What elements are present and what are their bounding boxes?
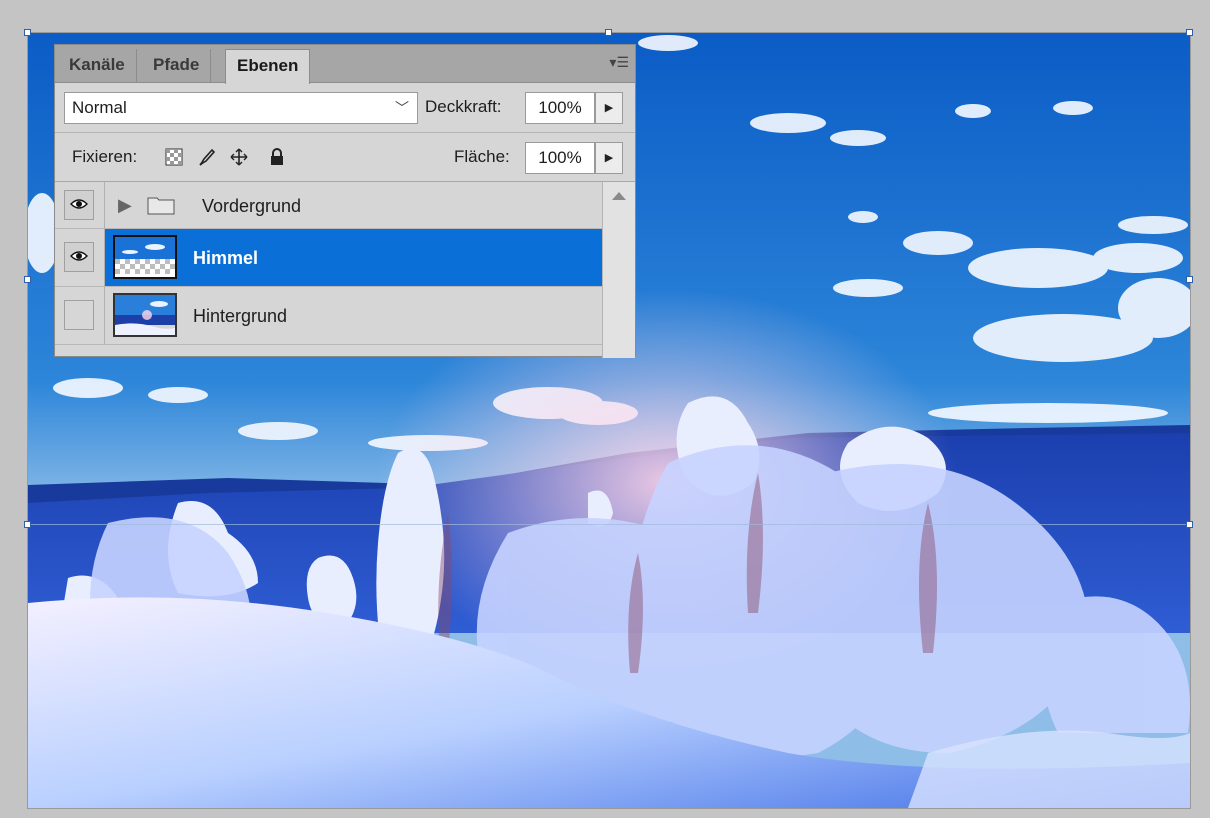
- transform-handle-top-right[interactable]: [1186, 29, 1193, 36]
- layer-row-hintergrund[interactable]: Hintergrund: [55, 287, 603, 345]
- tab-channels[interactable]: Kanäle: [58, 49, 137, 83]
- transform-handle-right-upper[interactable]: [1186, 276, 1193, 283]
- layer-thumbnail: [113, 293, 177, 337]
- tab-paths[interactable]: Pfade: [142, 49, 212, 83]
- layer-row-himmel[interactable]: Himmel: [55, 229, 603, 287]
- fill-slider-button[interactable]: ▶: [595, 142, 623, 174]
- lock-transparent-pixels-icon[interactable]: [165, 148, 183, 166]
- visibility-cell: [55, 182, 105, 228]
- transform-handle-left[interactable]: [24, 521, 31, 528]
- blend-mode-select[interactable]: Normal ﹀: [64, 92, 418, 124]
- blend-row: Normal ﹀ Deckkraft: 100% ▶: [55, 83, 635, 133]
- layers-panel: Kanäle Pfade Ebenen ▾☰ Normal ﹀ Deckkraf…: [54, 44, 636, 358]
- eye-icon[interactable]: [64, 242, 94, 272]
- blend-mode-value: Normal: [72, 98, 127, 117]
- scroll-up-arrow-icon[interactable]: [612, 192, 626, 200]
- layer-row-vordergrund[interactable]: ▶ Vordergrund: [55, 182, 603, 229]
- opacity-label: Deckkraft:: [425, 97, 502, 116]
- layer-name: Hintergrund: [193, 306, 288, 326]
- eye-icon[interactable]: [64, 190, 94, 220]
- opacity-input[interactable]: 100%: [525, 92, 595, 124]
- panel-tab-strip: Kanäle Pfade Ebenen ▾☰: [55, 45, 635, 84]
- lock-row: Fixieren: Fläche: 100% ▶: [55, 133, 635, 182]
- opacity-slider-button[interactable]: ▶: [595, 92, 623, 124]
- layer-name: Vordergrund: [202, 196, 302, 216]
- transform-handle-top[interactable]: [605, 29, 612, 36]
- layer-name: Himmel: [193, 248, 259, 268]
- lock-image-pixels-icon[interactable]: [198, 148, 216, 166]
- tab-layers[interactable]: Ebenen: [225, 49, 311, 84]
- disclosure-triangle-icon[interactable]: ▶: [118, 195, 132, 216]
- layer-list: ▶ Vordergrund Himmel Hintergrund: [55, 182, 603, 358]
- visibility-cell: [55, 287, 105, 344]
- layer-list-scrollbar[interactable]: [602, 182, 635, 358]
- chevron-down-icon: ﹀: [395, 100, 409, 116]
- transform-handle-left-upper[interactable]: [24, 276, 31, 283]
- fill-label: Fläche:: [454, 147, 510, 166]
- transform-handle-top-left[interactable]: [24, 29, 31, 36]
- lock-all-icon[interactable]: [268, 148, 286, 166]
- lock-label: Fixieren:: [72, 147, 138, 166]
- transform-handle-right[interactable]: [1186, 521, 1193, 528]
- panel-menu-icon[interactable]: ▾☰: [605, 53, 629, 71]
- folder-icon: [147, 195, 175, 215]
- transform-bounding-line: [28, 524, 1190, 525]
- lock-position-icon[interactable]: [230, 148, 248, 166]
- layer-thumbnail: [113, 235, 177, 279]
- visibility-toggle-empty[interactable]: [64, 300, 94, 330]
- visibility-cell: [55, 229, 105, 286]
- fill-input[interactable]: 100%: [525, 142, 595, 174]
